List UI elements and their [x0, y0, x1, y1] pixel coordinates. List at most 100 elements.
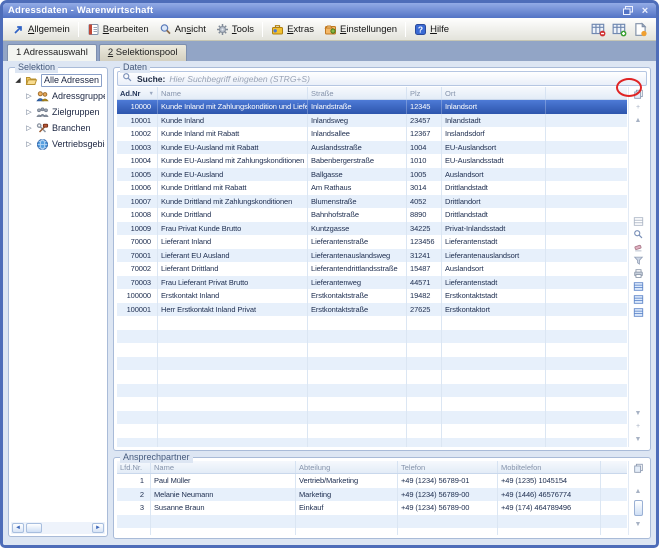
strip-button[interactable] — [629, 215, 647, 228]
column-header-telefon[interactable]: Telefon — [398, 461, 498, 473]
cell: Inslandsdorf — [442, 127, 546, 141]
column-header-plz[interactable]: Plz — [407, 87, 442, 99]
cell: Marketing — [296, 488, 398, 502]
horizontal-scrollbar[interactable]: ◄ ► — [11, 522, 105, 534]
column-header-adnr[interactable]: Ad.Nr▼ — [117, 87, 158, 99]
scroll-left-icon[interactable]: ◄ — [12, 523, 24, 533]
cell — [498, 515, 601, 529]
strip-button[interactable] — [629, 280, 647, 293]
table-row[interactable]: 100000Erstkontakt InlandErstkontaktstraß… — [117, 289, 627, 303]
column-header-ort[interactable]: Ort — [442, 87, 546, 99]
strip-button[interactable]: ▲ — [629, 485, 647, 498]
table-row[interactable]: 10008Kunde DrittlandBahnhofstraße8890Dri… — [117, 208, 627, 222]
strip-button[interactable]: + — [629, 420, 647, 433]
strip-button[interactable] — [629, 462, 647, 475]
cell: Erstkontaktstraße — [308, 303, 407, 317]
tree-item-branchen[interactable]: ▷Branchen — [11, 120, 105, 136]
cell: Lieferantenweg — [308, 276, 407, 290]
expand-icon[interactable]: ◢ — [14, 76, 22, 84]
cell — [407, 424, 442, 438]
cell: Babenbergerstraße — [308, 154, 407, 168]
collapse-icon[interactable]: ▷ — [25, 124, 33, 132]
contacts-table-header: Lfd.Nr.NameAbteilungTelefonMobiltelefon — [117, 461, 627, 474]
tab-1-adressauswahl[interactable]: 1 Adressauswahl — [7, 44, 97, 61]
table-row[interactable]: 10002Kunde Inland mit RabattInlandsallee… — [117, 127, 627, 141]
table-row[interactable]: 70002Lieferant DrittlandLieferantendritt… — [117, 262, 627, 276]
collapse-icon[interactable]: ▷ — [25, 140, 33, 148]
table-row[interactable]: 70000Lieferant InlandLieferantenstraße12… — [117, 235, 627, 249]
table-row[interactable]: 10006Kunde Drittland mit RabattAm Rathau… — [117, 181, 627, 195]
cell — [407, 316, 442, 330]
column-header-abteilung[interactable]: Abteilung — [296, 461, 398, 473]
cell: 44571 — [407, 276, 442, 290]
cell — [308, 357, 407, 371]
new-document-icon[interactable] — [633, 22, 648, 37]
cell — [117, 370, 158, 384]
table-row[interactable]: 70003Frau Lieferant Privat BruttoLiefera… — [117, 276, 627, 290]
strip-button[interactable]: ▼ — [629, 407, 647, 420]
cell: 10004 — [117, 154, 158, 168]
cell: 4052 — [407, 195, 442, 209]
tree-item-vertriebsgebiete[interactable]: ▷Vertriebsgebiete — [11, 136, 105, 152]
strip-button[interactable]: + — [629, 101, 647, 114]
strip-button[interactable] — [629, 88, 647, 101]
strip-button[interactable] — [629, 306, 647, 319]
table-row[interactable]: 10009Frau Privat Kunde BruttoKuntzgasse3… — [117, 222, 627, 236]
export-table-icon[interactable] — [591, 22, 606, 37]
cell — [407, 370, 442, 384]
strip-button[interactable] — [629, 228, 647, 241]
cell: Erstkontaktort — [442, 303, 546, 317]
menu-hilfe[interactable]: ?Hilfe — [409, 21, 454, 38]
table-row[interactable]: 70001Lieferant EU AuslandLieferantenausl… — [117, 249, 627, 263]
strip-button[interactable] — [629, 293, 647, 306]
table-row[interactable]: 100001Herr Erstkontakt Inland PrivatErst… — [117, 303, 627, 317]
tree-item-zielgruppen[interactable]: ▷Zielgruppen — [11, 104, 105, 120]
strip-button[interactable]: ▲ — [629, 114, 647, 127]
scrollbar-thumb[interactable] — [26, 523, 42, 533]
column-header-name[interactable]: Name — [158, 87, 308, 99]
cell — [117, 515, 151, 529]
tab-2-selektionspool[interactable]: 2 Selektionspool — [99, 44, 187, 61]
add-table-icon[interactable] — [612, 22, 627, 37]
print-icon — [633, 268, 644, 279]
table-row[interactable]: 1Paul MüllerVertrieb/Marketing+49 (1234)… — [117, 474, 627, 488]
table-row[interactable]: 10004Kunde EU-Ausland mit Zahlungskondit… — [117, 154, 627, 168]
titlebar[interactable]: Adressdaten - Warenwirtschaft × — [3, 3, 656, 18]
strip-button[interactable]: ▼ — [629, 433, 647, 446]
strip-button[interactable] — [629, 267, 647, 280]
menu-einstellungen[interactable]: Einstellungen — [319, 21, 402, 38]
cell: Einkauf — [296, 501, 398, 515]
menu-tools[interactable]: Tools — [211, 21, 259, 38]
menu-ansicht[interactable]: Ansicht — [154, 21, 211, 38]
restore-button[interactable] — [622, 5, 634, 16]
strip-button[interactable] — [629, 241, 647, 254]
table-row[interactable]: 3Susanne BraunEinkauf+49 (1234) 56789-00… — [117, 501, 627, 515]
column-header-mobiltelefon[interactable]: Mobiltelefon — [498, 461, 601, 473]
search-input[interactable]: Suche: Hier Suchbegriff eingeben (STRG+S… — [117, 71, 647, 86]
table-row[interactable]: 10000Kunde Inland mit Zahlungskondition … — [117, 100, 627, 114]
table-row[interactable]: 10005Kunde EU-AuslandBallgasse1005Auslan… — [117, 168, 627, 182]
strip-button[interactable]: ▼ — [629, 518, 647, 531]
menu-extras[interactable]: Extras — [266, 21, 319, 38]
table-row[interactable]: 10003Kunde EU-Ausland mit RabattAuslands… — [117, 141, 627, 155]
cell: 8890 — [407, 208, 442, 222]
tree-item-alle-adressen[interactable]: ◢Alle Adressen — [11, 72, 105, 88]
close-button[interactable]: × — [639, 5, 651, 16]
scroll-right-icon[interactable]: ► — [92, 523, 104, 533]
column-header-strae[interactable]: Straße — [308, 87, 407, 99]
cell: Kunde Inland mit Zahlungskondition und L… — [158, 100, 308, 114]
collapse-icon[interactable]: ▷ — [25, 92, 33, 100]
strip-button[interactable] — [629, 254, 647, 267]
table-row[interactable]: 10001Kunde InlandInlandsweg23457Inlandst… — [117, 114, 627, 128]
menu-allgemein[interactable]: Allgemein — [7, 21, 75, 38]
scrollbar-thumb[interactable] — [634, 500, 643, 516]
cell — [442, 411, 546, 425]
contacts-table-body: 1Paul MüllerVertrieb/Marketing+49 (1234)… — [117, 474, 627, 535]
menu-bearbeiten[interactable]: Bearbeiten — [82, 21, 154, 38]
tree-item-adressgruppen[interactable]: ▷Adressgruppen — [11, 88, 105, 104]
cell: 34225 — [407, 222, 442, 236]
table-row[interactable]: 10007Kunde Drittland mit Zahlungskonditi… — [117, 195, 627, 209]
collapse-icon[interactable]: ▷ — [25, 108, 33, 116]
cell: 10005 — [117, 168, 158, 182]
table-row[interactable]: 2Melanie NeumannMarketing+49 (1234) 5678… — [117, 488, 627, 502]
